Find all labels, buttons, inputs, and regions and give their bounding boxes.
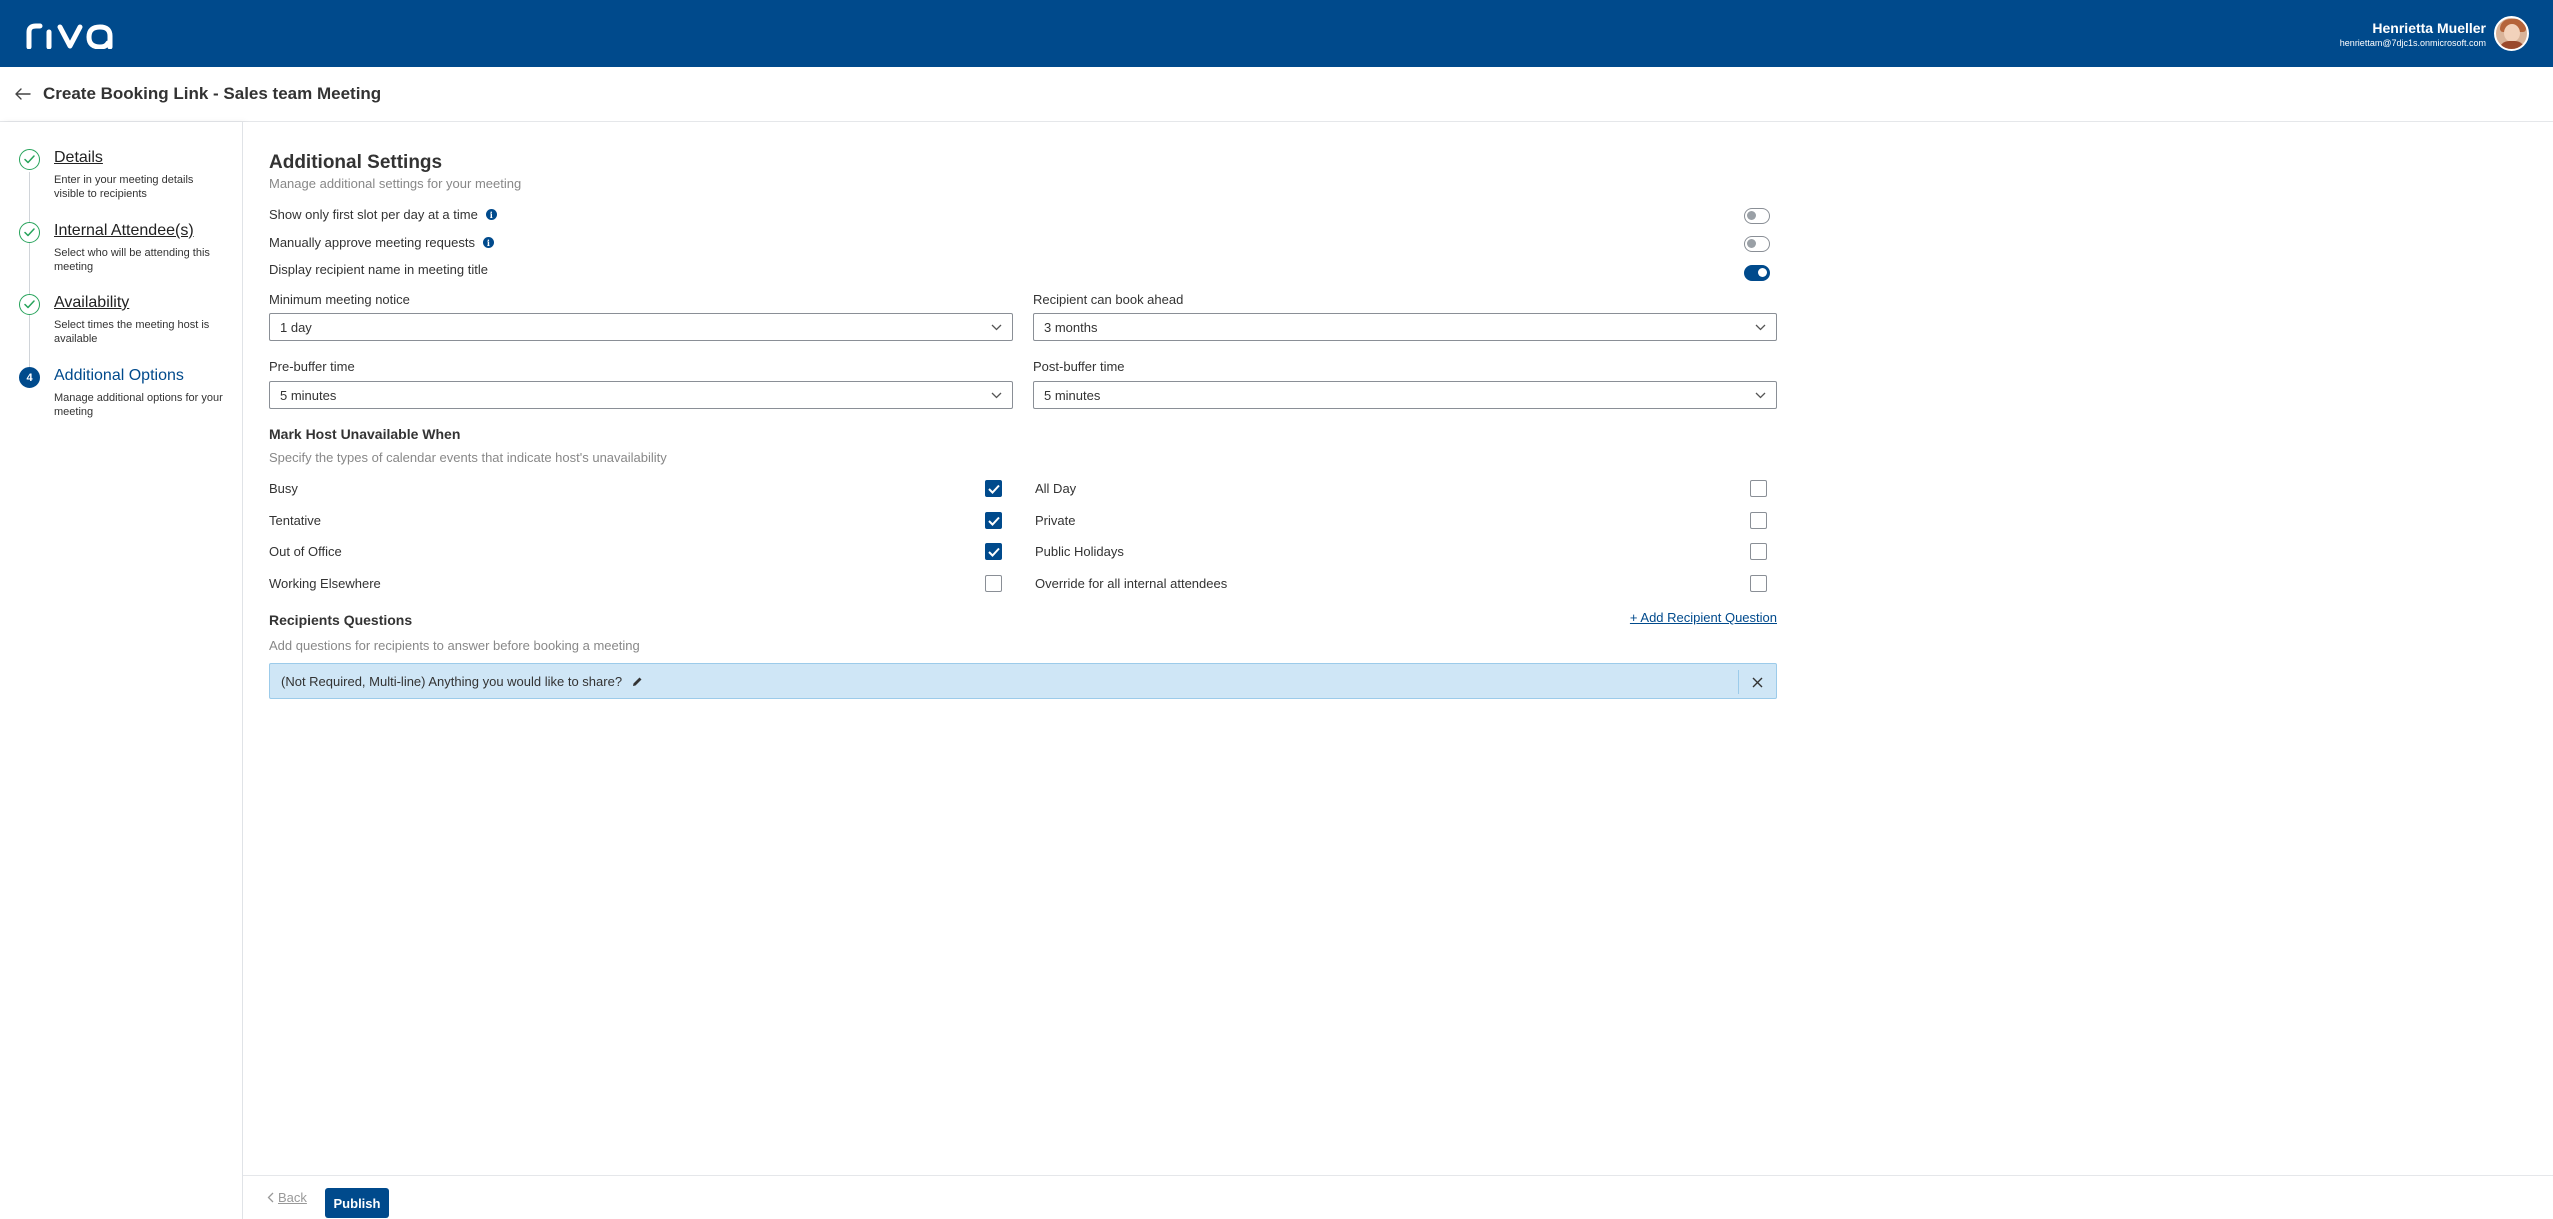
check-icon <box>987 547 1000 557</box>
checkbox-tentative[interactable] <box>985 512 1002 529</box>
checkbox-override-internal[interactable] <box>1750 575 1767 592</box>
step-description: Enter in your meeting details visible to… <box>54 174 194 200</box>
steps-sidebar <box>0 122 243 1219</box>
main-panel: Additional Settings Manage additional se… <box>243 122 2553 1175</box>
check-icon <box>19 222 40 243</box>
info-icon[interactable]: i <box>482 237 494 248</box>
section-subtitle: Manage additional settings for your meet… <box>269 176 522 191</box>
step-description: Manage additional options for your meeti… <box>54 392 223 418</box>
divider <box>1738 670 1739 694</box>
add-recipient-question-link[interactable]: + Add Recipient Question <box>1630 610 1777 625</box>
back-arrow-icon[interactable] <box>13 84 33 104</box>
top-bar: Henrietta Mueller henriettam@7djc1s.onmi… <box>0 0 2553 67</box>
post-buffer-select[interactable]: 5 minutes <box>1033 381 1777 409</box>
riva-logo[interactable] <box>26 19 118 49</box>
questions-subtitle: Add questions for recipients to answer b… <box>269 638 640 653</box>
checkbox-label-all-day: All Day <box>1035 481 1077 496</box>
questions-title: Recipients Questions <box>269 612 413 628</box>
checkbox-label-busy: Busy <box>269 481 298 496</box>
toggle-first-slot[interactable] <box>1744 208 1770 224</box>
pre-buffer-label: Pre-buffer time <box>269 359 355 374</box>
check-icon <box>987 484 1000 494</box>
close-icon[interactable] <box>1748 673 1766 691</box>
checkbox-label-private: Private <box>1035 513 1076 528</box>
avatar[interactable] <box>2494 16 2529 51</box>
step-title[interactable]: Details <box>54 149 103 167</box>
checkbox-public-holidays[interactable] <box>1750 543 1767 560</box>
checkbox-private[interactable] <box>1750 512 1767 529</box>
question-text: (Not Required, Multi-line) Anything you … <box>281 673 623 689</box>
step-description: Select who will be attending this meetin… <box>54 247 210 273</box>
check-icon <box>19 149 40 170</box>
user-email: henriettam@7djc1s.onmicrosoft.com <box>2339 37 2486 48</box>
step-title[interactable]: Additional Options <box>54 367 184 385</box>
page-title: Create Booking Link - Sales team Meeting <box>43 84 382 103</box>
pre-buffer-select[interactable]: 5 minutes <box>269 381 1013 409</box>
checkbox-busy[interactable] <box>985 480 1002 497</box>
toggle-label-first-slot: Show only first slot per day at a time i <box>269 207 497 222</box>
chevron-down-icon <box>1755 392 1766 398</box>
user-name: Henrietta Mueller <box>2372 19 2486 36</box>
user-menu[interactable]: Henrietta Mueller henriettam@7djc1s.onmi… <box>2340 16 2529 51</box>
check-icon <box>19 294 40 315</box>
step-title[interactable]: Internal Attendee(s) <box>54 222 194 240</box>
pencil-icon[interactable] <box>632 676 643 687</box>
min-notice-label: Minimum meeting notice <box>269 292 410 307</box>
step-number-badge: 4 <box>19 367 40 388</box>
checkbox-label-working-elsewhere: Working Elsewhere <box>269 576 381 591</box>
title-bar: Create Booking Link - Sales team Meeting <box>0 67 2553 122</box>
info-icon[interactable]: i <box>485 209 497 220</box>
step-description: Select times the meeting host is availab… <box>54 319 210 345</box>
chevron-left-icon <box>267 1192 274 1203</box>
chevron-down-icon <box>991 324 1002 330</box>
publish-button[interactable]: Publish <box>325 1188 389 1218</box>
post-buffer-label: Post-buffer time <box>1033 359 1125 374</box>
checkbox-working-elsewhere[interactable] <box>985 575 1002 592</box>
checkbox-all-day[interactable] <box>1750 480 1767 497</box>
steps-connector <box>29 172 30 387</box>
toggle-label-approve: Manually approve meeting requests i <box>269 235 494 250</box>
book-ahead-label: Recipient can book ahead <box>1033 292 1184 307</box>
toggle-approve-requests[interactable] <box>1744 236 1770 252</box>
back-button[interactable]: Back <box>267 1190 307 1205</box>
step-title[interactable]: Availability <box>54 294 129 312</box>
check-icon <box>987 516 1000 526</box>
section-title: Additional Settings <box>269 152 443 173</box>
question-item[interactable]: (Not Required, Multi-line) Anything you … <box>269 663 1777 699</box>
book-ahead-select[interactable]: 3 months <box>1033 313 1777 341</box>
checkbox-label-override: Override for all internal attendees <box>1035 576 1228 591</box>
chevron-down-icon <box>1755 324 1766 330</box>
unavailable-subtitle: Specify the types of calendar events tha… <box>269 450 667 465</box>
checkbox-label-public-holidays: Public Holidays <box>1035 544 1124 559</box>
chevron-down-icon <box>991 392 1002 398</box>
footer-bar: Back Publish <box>243 1175 2553 1219</box>
unavailable-title: Mark Host Unavailable When <box>269 426 461 442</box>
min-notice-select[interactable]: 1 day <box>269 313 1013 341</box>
checkbox-label-tentative: Tentative <box>269 513 322 528</box>
checkbox-label-out-of-office: Out of Office <box>269 544 342 559</box>
checkbox-out-of-office[interactable] <box>985 543 1002 560</box>
toggle-label-recipient-name: Display recipient name in meeting title <box>269 262 488 277</box>
toggle-recipient-name[interactable] <box>1744 265 1770 281</box>
